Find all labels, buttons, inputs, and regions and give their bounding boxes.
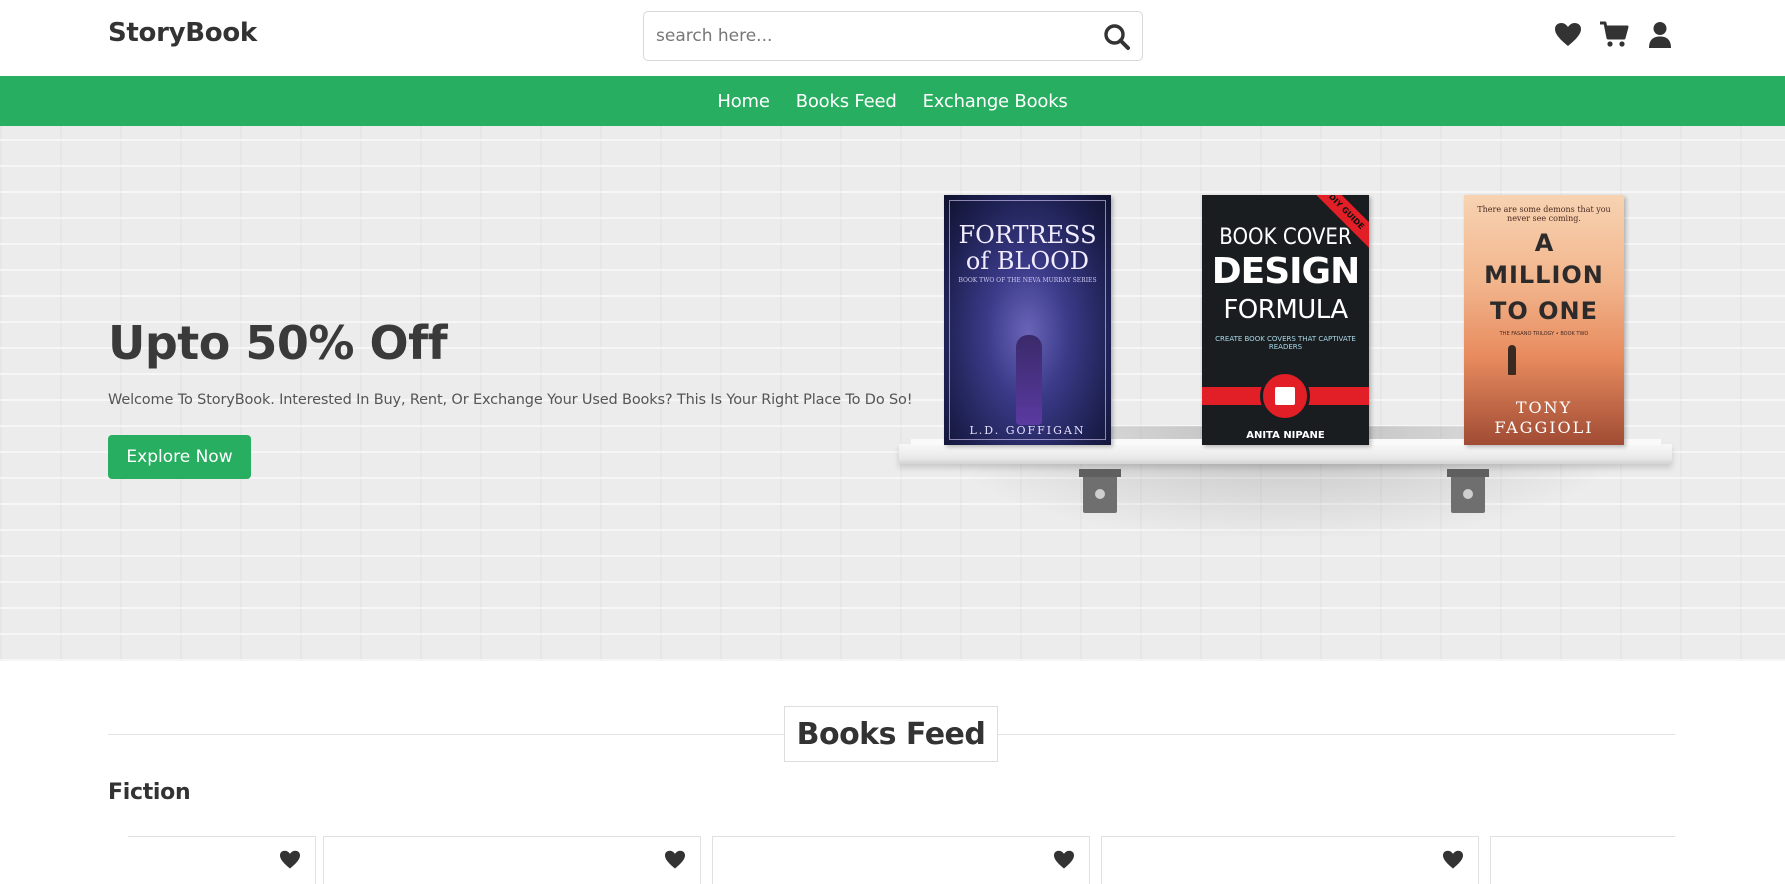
book-card[interactable] [1490,836,1675,884]
book-title-line: MILLION [1484,261,1604,289]
book-subtitle: THE FASANO TRILOGY • BOOK TWO [1499,331,1589,337]
book-title-line: FORTRESS [958,221,1097,249]
hero-title: Upto 50% Off [108,316,448,370]
book-cover-a-million-to-one[interactable]: There are some demons that you never see… [1464,195,1624,445]
book-title-line: BOOK COVER [1219,225,1352,250]
cart-icon[interactable] [1599,20,1629,50]
header: StoryBook [0,0,1785,76]
book-author: L.D. GOFFIGAN [969,424,1086,437]
search-icon[interactable] [1102,22,1132,52]
book-author: ANITA NIPANE [1246,430,1325,441]
search-box [643,11,1143,61]
hero-banner: Upto 50% Off Welcome To StoryBook. Inter… [0,126,1785,661]
book-card[interactable] [128,836,316,884]
book-cover-fortress-of-blood[interactable]: FORTRESS of BLOOD BOOK TWO OF THE NEVA M… [944,195,1111,445]
category-title: Fiction [108,780,191,805]
user-icon[interactable] [1645,20,1675,50]
heart-icon[interactable] [279,850,301,872]
book-subtitle: BOOK TWO OF THE NEVA MURRAY SERIES [958,277,1097,284]
main-nav: Home Books Feed Exchange Books [0,76,1785,126]
search-input[interactable] [656,12,1076,60]
nav-books-feed[interactable]: Books Feed [796,91,897,112]
heart-icon[interactable] [1553,20,1583,50]
cover-figure [1016,335,1042,425]
hero-description: Welcome To StoryBook. Interested In Buy,… [108,392,913,408]
book-subtitle: CREATE BOOK COVERS THAT CAPTIVATE READER… [1215,335,1356,351]
books-carousel [128,836,1675,884]
book-icon [1260,371,1310,421]
book-card[interactable] [712,836,1090,884]
book-title-line: DESIGN [1211,251,1360,292]
book-tagline: There are some demons that you never see… [1477,205,1611,223]
book-cover-design-formula[interactable]: DIY GUIDE BOOK COVER DESIGN FORMULA CREA… [1202,195,1369,445]
heart-icon[interactable] [664,850,686,872]
book-title-line: A [1534,229,1554,257]
explore-now-button[interactable]: Explore Now [108,435,251,479]
book-card[interactable] [323,836,701,884]
shelf-bracket-right [1447,469,1489,513]
book-author: TONY [1515,398,1573,417]
logo[interactable]: StoryBook [108,18,257,48]
bookshelf [899,444,1672,464]
heart-icon[interactable] [1053,850,1075,872]
book-card[interactable] [1101,836,1479,884]
shelf-bracket-left [1079,469,1121,513]
book-author: FAGGIOLI [1494,418,1594,437]
cover-figure [1508,345,1516,375]
book-title-line: FORMULA [1223,295,1348,325]
book-title-line: TO ONE [1489,297,1598,325]
nav-home[interactable]: Home [717,91,770,112]
nav-exchange-books[interactable]: Exchange Books [923,91,1068,112]
section-title: Books Feed [784,706,998,762]
header-icons [1553,20,1675,50]
heart-icon[interactable] [1442,850,1464,872]
book-title-line: of BLOOD [965,247,1090,275]
